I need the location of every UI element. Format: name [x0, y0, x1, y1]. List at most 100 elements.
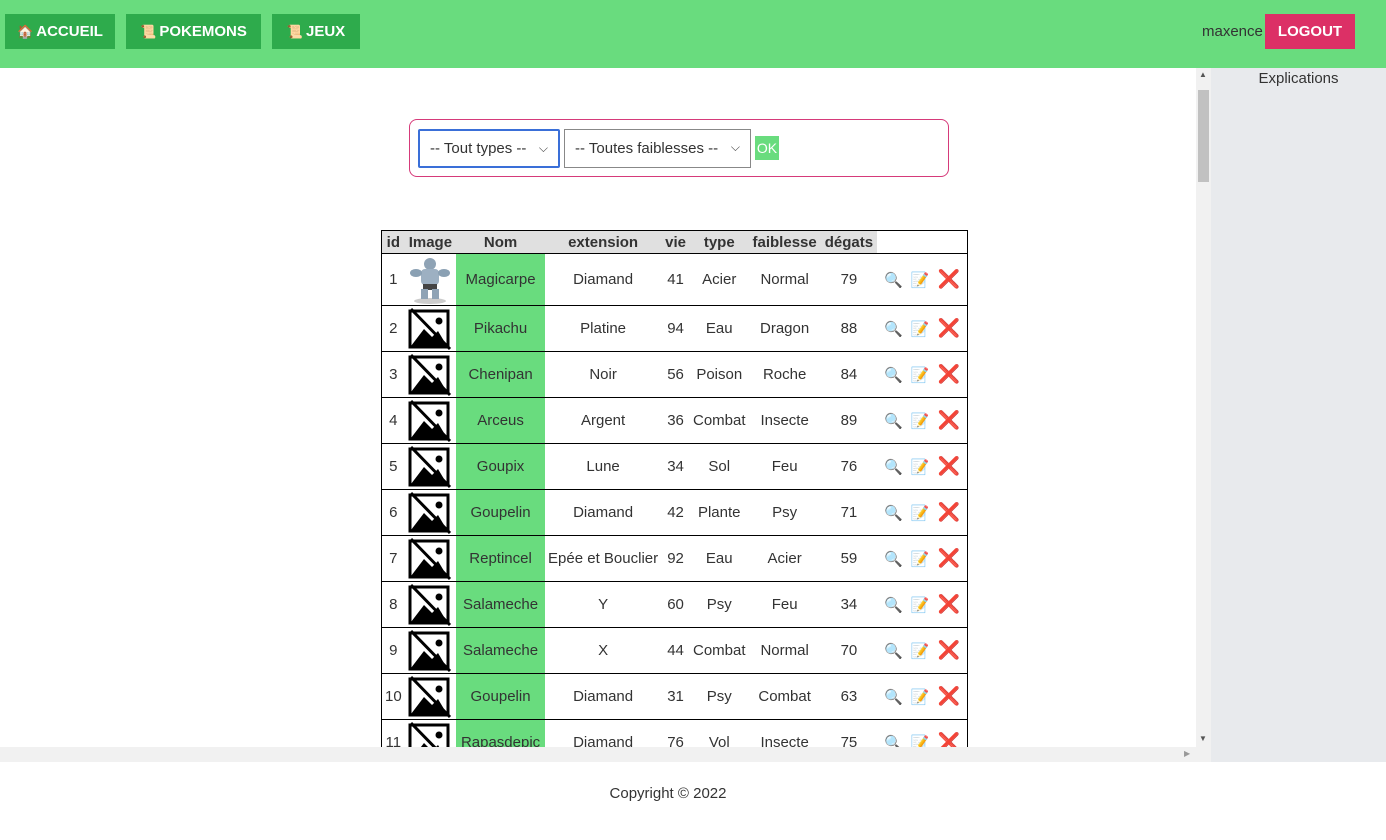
cell-vie: 31	[661, 673, 690, 720]
view-icon[interactable]: 🔍	[884, 320, 903, 338]
cell-degats: 88	[820, 305, 878, 352]
view-icon[interactable]: 🔍	[884, 412, 903, 430]
cell-image	[404, 627, 457, 674]
col-header-vie: vie	[661, 230, 690, 254]
scroll-down-icon[interactable]: ▼	[1199, 734, 1207, 743]
table-row: 6 Goupelin Diamand 42 Plante Psy 71 🔍 📝 ❌	[381, 489, 968, 536]
type-select[interactable]: -- Tout types -- ⌵	[418, 129, 560, 168]
cell-actions: 🔍 📝 ❌	[877, 305, 968, 352]
pokemon-image	[408, 255, 452, 305]
cell-faiblesse: Insecte	[748, 719, 821, 747]
scroll-right-icon[interactable]: ▶	[1184, 749, 1190, 758]
scrollbar-thumb[interactable]	[1198, 90, 1209, 182]
logout-button[interactable]: LOGOUT	[1265, 14, 1355, 49]
filter-ok-button[interactable]: OK	[755, 136, 779, 160]
broken-image-icon	[408, 491, 452, 535]
cell-nom: Goupelin	[456, 673, 546, 720]
cell-degats: 70	[820, 627, 878, 674]
edit-icon[interactable]: 📝	[911, 271, 930, 289]
cell-faiblesse: Normal	[748, 253, 821, 306]
view-icon[interactable]: 🔍	[884, 366, 903, 384]
cell-extension: Diamand	[545, 253, 662, 306]
edit-icon[interactable]: 📝	[911, 412, 930, 430]
edit-icon[interactable]: 📝	[911, 504, 930, 522]
cell-faiblesse: Feu	[748, 581, 821, 628]
view-icon[interactable]: 🔍	[884, 642, 903, 660]
right-panel: Explications	[1211, 68, 1386, 762]
nav-accueil-button[interactable]: 🏠 ACCUEIL	[5, 14, 115, 49]
broken-image-icon	[408, 307, 452, 351]
cell-nom: Salameche	[456, 627, 546, 674]
nav-pokemons-label: POKEMONS	[159, 23, 247, 40]
cell-actions: 🔍 📝 ❌	[877, 489, 968, 536]
cell-vie: 34	[661, 443, 690, 490]
table-row: 4 Arceus Argent 36 Combat Insecte 89 🔍 📝 ❌	[381, 397, 968, 444]
type-select-value: -- Tout types --	[430, 140, 527, 157]
cell-degats: 76	[820, 443, 878, 490]
cell-faiblesse: Normal	[748, 627, 821, 674]
cell-id: 4	[381, 397, 405, 444]
cell-nom: Goupix	[456, 443, 546, 490]
col-header-extension: extension	[545, 230, 662, 254]
cell-extension: Y	[545, 581, 662, 628]
cell-extension: Epée et Bouclier	[545, 535, 662, 582]
horizontal-scrollbar[interactable]: ▶	[0, 747, 1211, 762]
cell-id: 10	[381, 673, 405, 720]
view-icon[interactable]: 🔍	[884, 596, 903, 614]
delete-icon[interactable]: ❌	[937, 502, 959, 523]
delete-icon[interactable]: ❌	[937, 594, 959, 615]
edit-icon[interactable]: 📝	[911, 320, 930, 338]
delete-icon[interactable]: ❌	[937, 269, 959, 290]
view-icon[interactable]: 🔍	[884, 504, 903, 522]
cell-vie: 56	[661, 351, 690, 398]
cell-type: Combat	[689, 397, 749, 444]
broken-image-icon	[408, 629, 452, 673]
cell-type: Psy	[689, 673, 749, 720]
delete-icon[interactable]: ❌	[937, 364, 959, 385]
delete-icon[interactable]: ❌	[937, 410, 959, 431]
view-icon[interactable]: 🔍	[884, 271, 903, 289]
view-icon[interactable]: 🔍	[884, 734, 903, 747]
delete-icon[interactable]: ❌	[937, 548, 959, 569]
view-icon[interactable]: 🔍	[884, 458, 903, 476]
edit-icon[interactable]: 📝	[911, 734, 930, 747]
delete-icon[interactable]: ❌	[937, 318, 959, 339]
delete-icon[interactable]: ❌	[937, 732, 959, 747]
table-row: 11 Rapasdepic Diamand 76 Vol Insecte 75 🔍 📝 ❌	[381, 719, 968, 747]
vertical-scrollbar[interactable]: ▲ ▼	[1196, 68, 1211, 747]
nav-pokemons-button[interactable]: 📜 POKEMONS	[126, 14, 261, 49]
edit-icon[interactable]: 📝	[911, 366, 930, 384]
home-icon: 🏠	[17, 23, 34, 39]
cell-degats: 89	[820, 397, 878, 444]
cell-image	[404, 489, 457, 536]
edit-icon[interactable]: 📝	[911, 458, 930, 476]
faiblesse-select[interactable]: -- Toutes faiblesses -- ⌵	[564, 129, 751, 168]
edit-icon[interactable]: 📝	[911, 550, 930, 568]
delete-icon[interactable]: ❌	[937, 640, 959, 661]
cell-image	[404, 305, 457, 352]
scroll-up-icon[interactable]: ▲	[1199, 70, 1207, 79]
cell-nom: Magicarpe	[456, 253, 546, 306]
cell-degats: 71	[820, 489, 878, 536]
edit-icon[interactable]: 📝	[911, 642, 930, 660]
nav-jeux-button[interactable]: 📜 JEUX	[272, 14, 360, 49]
cell-nom: Pikachu	[456, 305, 546, 352]
delete-icon[interactable]: ❌	[937, 456, 959, 477]
cell-image	[404, 443, 457, 490]
cell-id: 3	[381, 351, 405, 398]
cell-type: Eau	[689, 535, 749, 582]
cell-actions: 🔍 📝 ❌	[877, 351, 968, 398]
broken-image-icon	[408, 537, 452, 581]
broken-image-icon	[408, 675, 452, 719]
nav-jeux-label: JEUX	[306, 23, 346, 40]
col-header-id: id	[381, 230, 405, 254]
table-body: 1 Magicarpe Diamand 41 Acier Normal 79 🔍 📝 ❌ 2 Pika…	[381, 253, 968, 747]
cell-vie: 60	[661, 581, 690, 628]
main-content: -- Tout types -- ⌵ -- Toutes faiblesses …	[0, 68, 1196, 747]
view-icon[interactable]: 🔍	[884, 688, 903, 706]
delete-icon[interactable]: ❌	[937, 686, 959, 707]
edit-icon[interactable]: 📝	[911, 688, 930, 706]
edit-icon[interactable]: 📝	[911, 596, 930, 614]
col-header-nom: Nom	[456, 230, 546, 254]
view-icon[interactable]: 🔍	[884, 550, 903, 568]
